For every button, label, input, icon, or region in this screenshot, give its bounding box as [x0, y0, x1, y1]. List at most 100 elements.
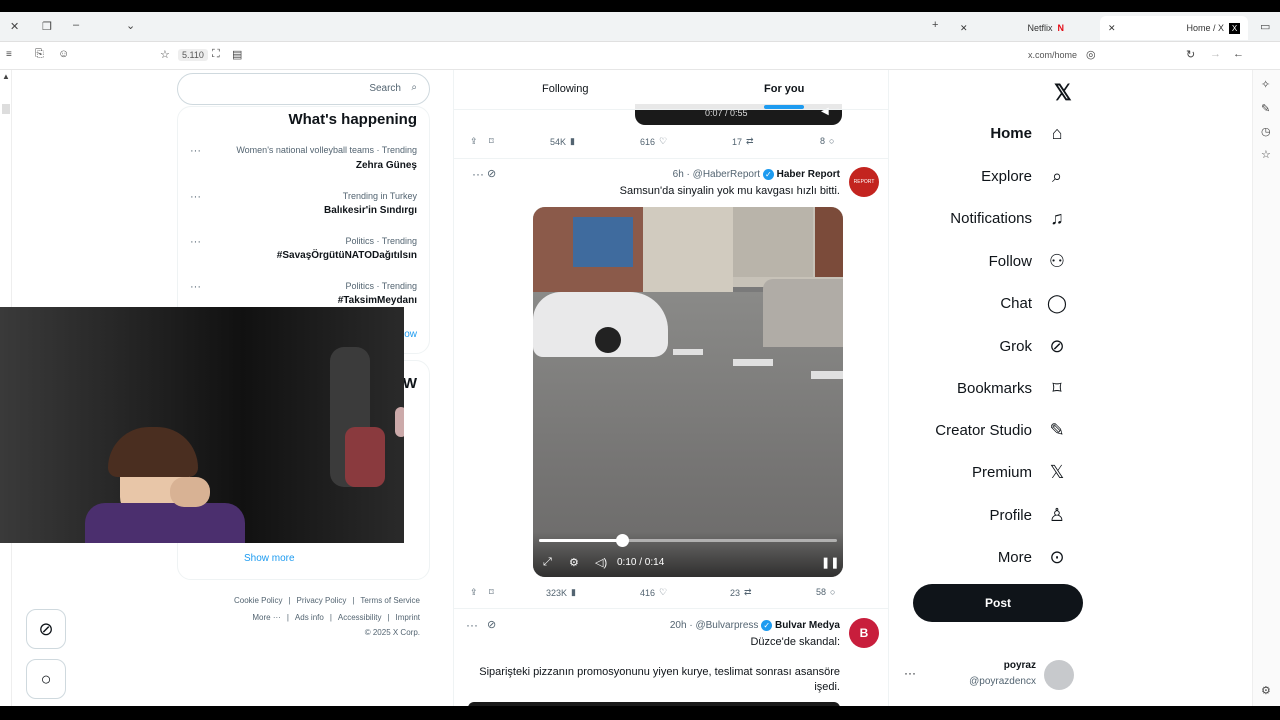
views-icon: ▮	[570, 136, 575, 146]
post-author[interactable]: Haber Report	[777, 169, 840, 180]
settings-icon[interactable]: ⚙	[569, 556, 579, 569]
tab-following[interactable]: Following	[542, 83, 588, 95]
history-icon[interactable]: ◷	[1261, 125, 1271, 138]
trend-name[interactable]: Balıkesir'in Sındırgı	[324, 205, 417, 216]
nav-item-creator-studio[interactable]: Creator Studio ✎	[935, 419, 1068, 441]
account-icon[interactable]: ☺	[58, 48, 69, 60]
nav-item-more[interactable]: More ⊙	[998, 546, 1068, 568]
avatar[interactable]: REPORT	[849, 167, 879, 197]
trend-more-icon[interactable]: ···	[190, 145, 201, 157]
post-handle[interactable]: @HaberReport	[693, 169, 760, 180]
share-button[interactable]: ⇪	[470, 587, 478, 598]
bookmark-button[interactable]: ⌑	[489, 587, 494, 598]
x-logo-icon[interactable]: 𝕏	[1054, 80, 1072, 106]
new-tab-icon[interactable]: +	[932, 19, 938, 31]
back-icon[interactable]: ←	[1233, 48, 1244, 60]
post-button[interactable]: Post	[913, 584, 1083, 622]
screen-top-bar	[0, 0, 1280, 12]
grok-floating-button[interactable]: ⊘	[26, 609, 66, 649]
messages-floating-button[interactable]: ○	[26, 659, 66, 699]
footer-link[interactable]: Terms of Service	[360, 596, 420, 605]
reload-icon[interactable]: ↻	[1186, 48, 1195, 61]
share-button[interactable]: ⇪	[470, 136, 478, 147]
trend-name[interactable]: #SavaşÖrgütüNATODağıtılsın	[277, 250, 417, 261]
reply-button[interactable]: 8 ○	[820, 136, 834, 146]
close-tab-icon[interactable]: ✕	[1108, 23, 1116, 34]
tab-list-icon[interactable]: ⌄	[126, 19, 135, 32]
account-more-icon[interactable]: ···	[904, 666, 916, 680]
footer-link[interactable]: Privacy Policy	[297, 596, 347, 605]
sidebar-toggle-icon[interactable]: ▭	[1260, 20, 1270, 33]
trend-name[interactable]: #TaksimMeydanı	[338, 295, 417, 306]
site-info-icon[interactable]: ◎	[1086, 48, 1096, 61]
bookmark-star-icon[interactable]: ☆	[160, 48, 170, 61]
nav-item-profile[interactable]: Profile ♙	[989, 504, 1068, 526]
reader-icon[interactable]: ▤	[232, 48, 242, 61]
favorites-icon[interactable]: ☆	[1261, 148, 1271, 161]
nav-item-grok[interactable]: Grok ⊘	[999, 335, 1068, 357]
nav-item-notifications[interactable]: Notifications ♫	[950, 207, 1068, 229]
pause-icon[interactable]: ❚❚	[821, 556, 839, 569]
creator-icon: ✎	[1049, 419, 1065, 440]
scrubber-thumb[interactable]	[616, 534, 630, 547]
nav-item-bookmarks[interactable]: Bookmarks ⌑	[957, 377, 1068, 399]
repost-button[interactable]: 23 ⇄	[730, 587, 752, 598]
screenshot-icon[interactable]: ⛶	[212, 48, 220, 61]
tab-netflix[interactable]: ✕ Netflix N	[952, 16, 1072, 40]
settings-icon[interactable]: ⚙	[1261, 684, 1271, 697]
who-show-more-link[interactable]: Show more	[244, 553, 295, 564]
like-button[interactable]: 616 ♡	[640, 136, 667, 147]
footer-link[interactable]: Cookie Policy	[234, 596, 282, 605]
post-author[interactable]: Bulvar Medya	[775, 620, 840, 631]
repost-button[interactable]: 17 ⇄	[732, 136, 754, 147]
menu-icon[interactable]: ≡	[6, 49, 12, 60]
trend-more-icon[interactable]: ···	[190, 191, 201, 203]
restore-window-icon[interactable]: ❐	[42, 20, 52, 33]
nav-item-chat[interactable]: Chat ◯	[1000, 292, 1068, 314]
close-window-icon[interactable]: ✕	[10, 20, 19, 33]
search-input[interactable]: ⌕ Search	[177, 73, 430, 105]
reply-button[interactable]: 58 ○	[816, 587, 835, 597]
nav-item-home[interactable]: Home ⌂	[990, 122, 1068, 144]
views-button[interactable]: 323K ▮	[546, 587, 576, 598]
bookmark-button[interactable]: ⌑	[489, 136, 494, 147]
nav-item-premium[interactable]: Premium 𝕏	[972, 461, 1068, 483]
downloads-icon[interactable]: ⎘	[35, 48, 44, 61]
address-bar[interactable]: x.com/home	[1028, 50, 1077, 60]
account-switcher[interactable]: ··· poyraz @poyrazdencx	[900, 656, 1080, 696]
footer-link[interactable]: Accessibility	[338, 613, 382, 622]
post-age: 20h	[669, 620, 687, 632]
active-tab-indicator	[764, 105, 804, 109]
ai-icon[interactable]: ✧	[1261, 78, 1270, 91]
grok-icon[interactable]: ⊘	[487, 167, 496, 180]
tab-for-you[interactable]: For you	[764, 83, 804, 95]
grok-icon: ⊘	[38, 618, 54, 639]
forward-icon[interactable]: →	[1210, 48, 1221, 60]
post-more-icon[interactable]: ···	[466, 618, 478, 632]
like-button[interactable]: 416 ♡	[640, 587, 667, 598]
trend-more-icon[interactable]: ···	[190, 281, 201, 293]
scrollbar-thumb[interactable]	[2, 104, 10, 114]
trend-more-icon[interactable]: ···	[190, 236, 201, 248]
extension-badge[interactable]: 5.110	[178, 49, 208, 61]
post-more-icon[interactable]: ···	[472, 167, 484, 181]
avatar[interactable]: B	[849, 618, 879, 648]
fullscreen-icon[interactable]: ⤢	[543, 556, 552, 569]
close-tab-icon[interactable]: ✕	[960, 23, 968, 34]
footer-link[interactable]: Imprint	[396, 613, 420, 622]
search-placeholder: Search	[369, 83, 401, 94]
extensions-icon[interactable]: ✎	[1261, 102, 1270, 115]
trend-name[interactable]: Zehra Güneş	[356, 160, 417, 171]
footer-link[interactable]: Ads info	[295, 613, 324, 622]
video-player[interactable]: ⤢ ⚙ ◁) 0:10 / 0:14 ❚❚	[533, 207, 843, 577]
minimize-window-icon[interactable]: –	[73, 19, 79, 31]
grok-icon[interactable]: ⊘	[487, 618, 496, 631]
scroll-up-icon[interactable]: ▲	[2, 72, 10, 81]
nav-item-explore[interactable]: Explore ⌕	[981, 165, 1068, 187]
nav-item-follow[interactable]: Follow ⚇	[989, 250, 1068, 272]
footer-link[interactable]: More ···	[252, 613, 280, 622]
post-handle[interactable]: @Bulvarpress	[695, 620, 758, 631]
volume-icon[interactable]: ◁)	[595, 556, 607, 569]
tab-home-x[interactable]: ✕ Home / X X	[1100, 16, 1248, 40]
views-button[interactable]: 54K ▮	[550, 136, 575, 147]
